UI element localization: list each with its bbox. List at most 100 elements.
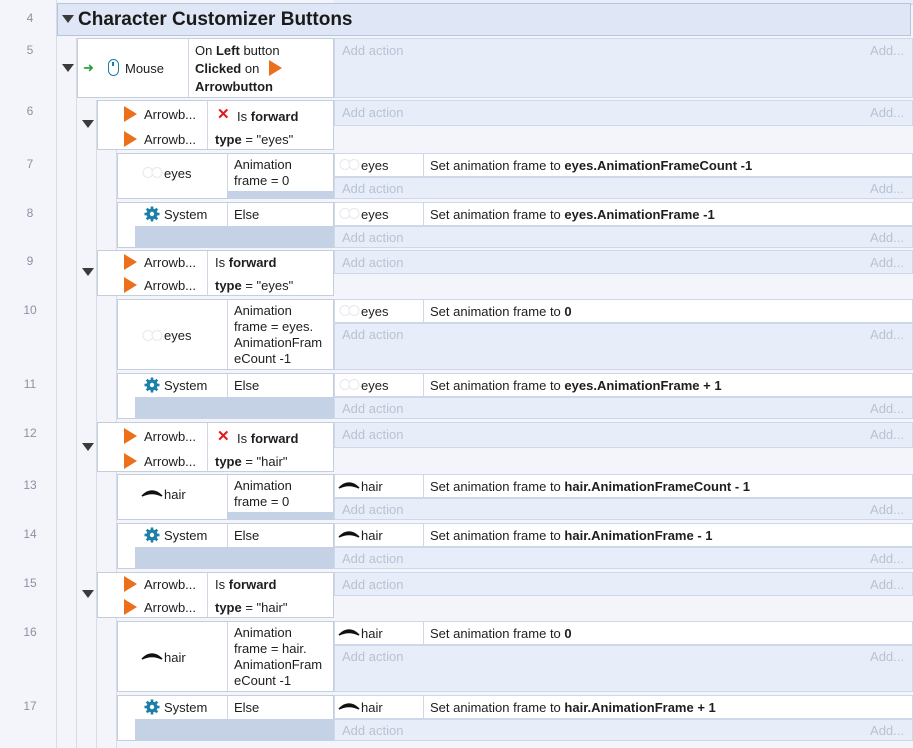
condition-text[interactable]: Animation frame = 0: [234, 157, 326, 189]
add-more-link[interactable]: Add...: [840, 181, 904, 196]
condition-text[interactable]: Animation frame = hair. AnimationFram eC…: [234, 625, 328, 689]
collapse-triangle-icon[interactable]: [62, 64, 74, 72]
collapse-triangle-icon[interactable]: [82, 443, 94, 451]
invert-x-icon: ✕: [217, 428, 230, 445]
hair-sprite-icon: [141, 490, 163, 497]
condition-text[interactable]: Animation frame = 0: [234, 478, 326, 510]
action-area[interactable]: [334, 226, 913, 248]
line-number: 5: [26, 43, 34, 57]
divider: [227, 524, 228, 547]
action-object: hair: [361, 700, 383, 715]
action-text[interactable]: Set animation frame to 0: [430, 626, 572, 641]
action-area[interactable]: [334, 645, 913, 692]
condition-text[interactable]: Else: [234, 207, 259, 222]
action-area[interactable]: [334, 422, 913, 448]
action-text[interactable]: Set animation frame to eyes.AnimationFra…: [430, 207, 715, 222]
action-area[interactable]: [334, 547, 913, 569]
divider: [227, 203, 228, 226]
add-action-link[interactable]: Add action: [342, 230, 403, 245]
divider: [227, 475, 228, 512]
collapse-triangle-icon[interactable]: [62, 15, 74, 23]
add-action-link[interactable]: Add action: [342, 327, 403, 342]
action-text[interactable]: Set animation frame to 0: [430, 304, 572, 319]
condition-text[interactable]: Is forward: [237, 109, 298, 124]
line-number: 4: [26, 11, 34, 25]
add-action-link[interactable]: Add action: [342, 427, 403, 442]
add-action-link[interactable]: Add action: [342, 105, 403, 120]
line-number: 14: [23, 527, 37, 541]
action-text[interactable]: Set animation frame to hair.AnimationFra…: [430, 479, 750, 494]
action-area[interactable]: [334, 572, 913, 596]
add-more-link[interactable]: Add...: [840, 723, 904, 738]
action-area[interactable]: [334, 323, 913, 370]
line-number: 6: [26, 104, 34, 118]
hair-sprite-icon: [338, 703, 360, 710]
add-more-link[interactable]: Add...: [840, 551, 904, 566]
add-more-link[interactable]: Add...: [840, 230, 904, 245]
add-more-link[interactable]: Add...: [840, 649, 904, 664]
condition-text[interactable]: On Left button Clicked on Arrowbutton: [195, 42, 305, 96]
add-action-link[interactable]: Add action: [342, 577, 403, 592]
eyes-sprite-icon: [339, 208, 360, 219]
action-text[interactable]: Set animation frame to eyes.AnimationFra…: [430, 378, 722, 393]
action-block[interactable]: [334, 621, 913, 645]
object-name: System: [164, 700, 208, 715]
action-area[interactable]: [334, 397, 913, 419]
add-action-link[interactable]: Add action: [342, 255, 403, 270]
arrowbutton-icon: [124, 576, 137, 592]
action-text[interactable]: Set animation frame to hair.AnimationFra…: [430, 700, 716, 715]
object-name: Arrowb...: [144, 132, 197, 147]
action-area[interactable]: [334, 38, 913, 98]
action-area[interactable]: [334, 498, 913, 520]
collapse-triangle-icon[interactable]: [82, 268, 94, 276]
condition-text[interactable]: Else: [234, 700, 259, 715]
collapse-triangle-icon[interactable]: [82, 120, 94, 128]
action-area[interactable]: [334, 177, 913, 199]
add-more-link[interactable]: Add...: [840, 401, 904, 416]
add-action-link[interactable]: Add action: [342, 649, 403, 664]
line-number: 8: [26, 206, 34, 220]
eyes-sprite-icon: [339, 305, 360, 316]
condition-text[interactable]: Is forward: [215, 577, 276, 592]
action-area[interactable]: [334, 250, 913, 274]
trigger-arrow-icon: ➜: [83, 60, 94, 75]
line-number: 7: [26, 157, 34, 171]
condition-text[interactable]: Else: [234, 378, 259, 393]
eyes-sprite-icon: [339, 379, 360, 390]
object-name: eyes: [164, 328, 192, 343]
action-text[interactable]: Set animation frame to hair.AnimationFra…: [430, 528, 713, 543]
add-more-link[interactable]: Add...: [840, 502, 904, 517]
hair-sprite-icon: [338, 531, 360, 538]
add-action-link[interactable]: Add action: [342, 723, 403, 738]
add-more-link[interactable]: Add...: [840, 577, 904, 592]
divider: [207, 573, 208, 617]
add-more-link[interactable]: Add...: [840, 327, 904, 342]
line-number: 13: [23, 478, 37, 492]
add-action-link[interactable]: Add action: [342, 401, 403, 416]
add-more-link[interactable]: Add...: [840, 255, 904, 270]
add-more-link[interactable]: Add...: [840, 43, 904, 58]
action-area[interactable]: [334, 719, 913, 741]
divider: [207, 423, 208, 471]
condition-text[interactable]: Else: [234, 528, 259, 543]
line-number: 15: [23, 576, 37, 590]
add-action-link[interactable]: Add action: [342, 551, 403, 566]
add-action-link[interactable]: Add action: [342, 181, 403, 196]
action-area[interactable]: [334, 100, 913, 126]
add-action-link[interactable]: Add action: [342, 43, 403, 58]
condition-text[interactable]: Animation frame = eyes. AnimationFram eC…: [234, 303, 328, 367]
condition-text[interactable]: type = "hair": [215, 454, 287, 469]
add-more-link[interactable]: Add...: [840, 105, 904, 120]
add-more-link[interactable]: Add...: [840, 427, 904, 442]
condition-text[interactable]: type = "hair": [215, 600, 287, 615]
condition-text[interactable]: Is forward: [215, 255, 276, 270]
add-action-link[interactable]: Add action: [342, 502, 403, 517]
action-text[interactable]: Set animation frame to eyes.AnimationFra…: [430, 158, 752, 173]
cond-bold: Left: [215, 43, 240, 58]
condition-text[interactable]: Is forward: [237, 431, 298, 446]
action-block[interactable]: [334, 299, 913, 323]
object-name: Arrowb...: [144, 255, 197, 270]
condition-text[interactable]: type = "eyes": [215, 278, 293, 293]
collapse-triangle-icon[interactable]: [82, 590, 94, 598]
condition-text[interactable]: type = "eyes": [215, 132, 293, 147]
